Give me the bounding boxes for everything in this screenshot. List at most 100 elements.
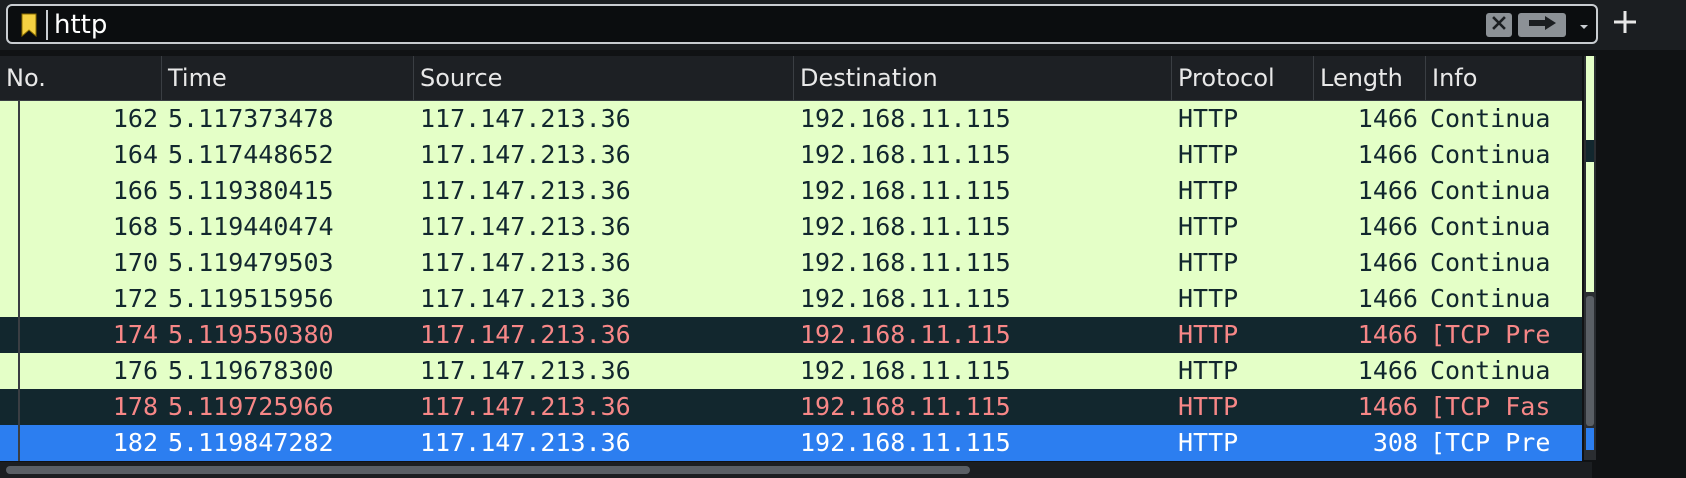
packet-list-header: No. Time Source Destination Protocol Len… bbox=[0, 56, 1582, 101]
packet-row[interactable]: 174 5.119550380 117.147.213.36 192.168.1… bbox=[0, 317, 1582, 353]
packet-row-selected[interactable]: 182 5.119847282 117.147.213.36 192.168.1… bbox=[0, 425, 1582, 461]
packet-row[interactable]: 172 5.119515956 117.147.213.36 192.168.1… bbox=[0, 281, 1582, 317]
cell-length: 1466 bbox=[1357, 140, 1418, 169]
cell-protocol: HTTP bbox=[1178, 356, 1239, 385]
add-filter-button[interactable] bbox=[1606, 4, 1644, 44]
packet-row[interactable]: 170 5.119479503 117.147.213.36 192.168.1… bbox=[0, 245, 1582, 281]
cell-length: 1466 bbox=[1357, 320, 1418, 349]
cell-no: 164 bbox=[112, 140, 158, 169]
cell-source: 117.147.213.36 bbox=[420, 140, 631, 169]
apply-filter-button[interactable] bbox=[1518, 13, 1566, 37]
packet-rows: 162 5.117373478 117.147.213.36 192.168.1… bbox=[0, 101, 1582, 461]
cell-destination: 192.168.11.115 bbox=[800, 140, 1011, 169]
vertical-scrollbar-thumb[interactable] bbox=[1586, 296, 1594, 426]
cell-no: 176 bbox=[112, 356, 158, 385]
cell-info: [TCP Fas bbox=[1430, 392, 1551, 421]
cell-time: 5.119515956 bbox=[168, 284, 334, 313]
cell-protocol: HTTP bbox=[1178, 248, 1239, 277]
cell-no: 182 bbox=[112, 428, 158, 457]
cell-destination: 192.168.11.115 bbox=[800, 176, 1011, 205]
horizontal-scrollbar-thumb[interactable] bbox=[6, 466, 970, 474]
cell-source: 117.147.213.36 bbox=[420, 104, 631, 133]
display-filter-input[interactable] bbox=[54, 8, 1454, 42]
horizontal-scrollbar[interactable] bbox=[0, 462, 1592, 478]
bookmark-button[interactable] bbox=[12, 10, 48, 40]
cell-info: Continua bbox=[1430, 176, 1551, 205]
cell-time: 5.117373478 bbox=[168, 104, 334, 133]
cell-destination: 192.168.11.115 bbox=[800, 212, 1011, 241]
cell-destination: 192.168.11.115 bbox=[800, 284, 1011, 313]
packet-row[interactable]: 162 5.117373478 117.147.213.36 192.168.1… bbox=[0, 101, 1582, 137]
cell-no: 168 bbox=[112, 212, 158, 241]
cell-destination: 192.168.11.115 bbox=[800, 356, 1011, 385]
cell-no: 170 bbox=[112, 248, 158, 277]
cell-no: 174 bbox=[112, 320, 158, 349]
cell-source: 117.147.213.36 bbox=[420, 248, 631, 277]
cell-info: Continua bbox=[1430, 140, 1551, 169]
plus-icon bbox=[1612, 9, 1638, 39]
cell-no: 178 bbox=[112, 392, 158, 421]
scrollbar-minimap-mark bbox=[1586, 56, 1594, 140]
column-header-source[interactable]: Source bbox=[414, 56, 794, 100]
packet-row[interactable]: 168 5.119440474 117.147.213.36 192.168.1… bbox=[0, 209, 1582, 245]
clear-x-icon bbox=[1491, 15, 1507, 35]
chevron-down-icon bbox=[1579, 16, 1589, 35]
packet-row[interactable]: 166 5.119380415 117.147.213.36 192.168.1… bbox=[0, 173, 1582, 209]
cell-destination: 192.168.11.115 bbox=[800, 248, 1011, 277]
clear-filter-button[interactable] bbox=[1486, 13, 1512, 37]
cell-length: 1466 bbox=[1357, 284, 1418, 313]
display-filter-toolbar bbox=[0, 0, 1686, 50]
recent-filters-dropdown[interactable] bbox=[1574, 14, 1594, 36]
cell-destination: 192.168.11.115 bbox=[800, 104, 1011, 133]
packet-list[interactable]: No. Time Source Destination Protocol Len… bbox=[0, 56, 1592, 461]
cell-time: 5.119380415 bbox=[168, 176, 334, 205]
cell-length: 1466 bbox=[1357, 212, 1418, 241]
column-header-info[interactable]: Info bbox=[1426, 56, 1582, 100]
cell-destination: 192.168.11.115 bbox=[800, 392, 1011, 421]
arrow-right-icon bbox=[1526, 15, 1558, 35]
scrollbar-minimap-mark bbox=[1586, 140, 1594, 162]
column-header-length[interactable]: Length bbox=[1314, 56, 1426, 100]
cell-source: 117.147.213.36 bbox=[420, 212, 631, 241]
vertical-scrollbar[interactable] bbox=[1584, 56, 1596, 460]
cell-destination: 192.168.11.115 bbox=[800, 428, 1011, 457]
cell-length: 308 bbox=[1372, 428, 1418, 457]
cell-protocol: HTTP bbox=[1178, 284, 1239, 313]
cell-time: 5.119550380 bbox=[168, 320, 334, 349]
cell-source: 117.147.213.36 bbox=[420, 356, 631, 385]
scrollbar-minimap-mark bbox=[1586, 162, 1594, 292]
cell-info: Continua bbox=[1430, 248, 1551, 277]
scrollbar-minimap-mark bbox=[1586, 428, 1594, 450]
cell-info: Continua bbox=[1430, 104, 1551, 133]
packet-row[interactable]: 164 5.117448652 117.147.213.36 192.168.1… bbox=[0, 137, 1582, 173]
cell-length: 1466 bbox=[1357, 356, 1418, 385]
bookmark-icon bbox=[21, 13, 37, 37]
cell-info: [TCP Pre bbox=[1430, 428, 1551, 457]
cell-protocol: HTTP bbox=[1178, 428, 1239, 457]
cell-length: 1466 bbox=[1357, 104, 1418, 133]
display-filter-box[interactable] bbox=[6, 4, 1598, 44]
cell-protocol: HTTP bbox=[1178, 320, 1239, 349]
cell-time: 5.119479503 bbox=[168, 248, 334, 277]
cell-time: 5.119847282 bbox=[168, 428, 334, 457]
cell-no: 166 bbox=[112, 176, 158, 205]
cell-source: 117.147.213.36 bbox=[420, 392, 631, 421]
column-header-destination[interactable]: Destination bbox=[794, 56, 1172, 100]
packet-row[interactable]: 176 5.119678300 117.147.213.36 192.168.1… bbox=[0, 353, 1582, 389]
column-header-no[interactable]: No. bbox=[0, 56, 162, 100]
column-header-time[interactable]: Time bbox=[162, 56, 414, 100]
packet-row[interactable]: 178 5.119725966 117.147.213.36 192.168.1… bbox=[0, 389, 1582, 425]
column-header-protocol[interactable]: Protocol bbox=[1172, 56, 1314, 100]
cell-length: 1466 bbox=[1357, 248, 1418, 277]
cell-no: 172 bbox=[112, 284, 158, 313]
cell-info: Continua bbox=[1430, 356, 1551, 385]
cell-source: 117.147.213.36 bbox=[420, 320, 631, 349]
cell-source: 117.147.213.36 bbox=[420, 176, 631, 205]
cell-time: 5.119725966 bbox=[168, 392, 334, 421]
cell-protocol: HTTP bbox=[1178, 176, 1239, 205]
cell-protocol: HTTP bbox=[1178, 212, 1239, 241]
cell-length: 1466 bbox=[1357, 392, 1418, 421]
cell-time: 5.119678300 bbox=[168, 356, 334, 385]
cell-destination: 192.168.11.115 bbox=[800, 320, 1011, 349]
cell-source: 117.147.213.36 bbox=[420, 428, 631, 457]
